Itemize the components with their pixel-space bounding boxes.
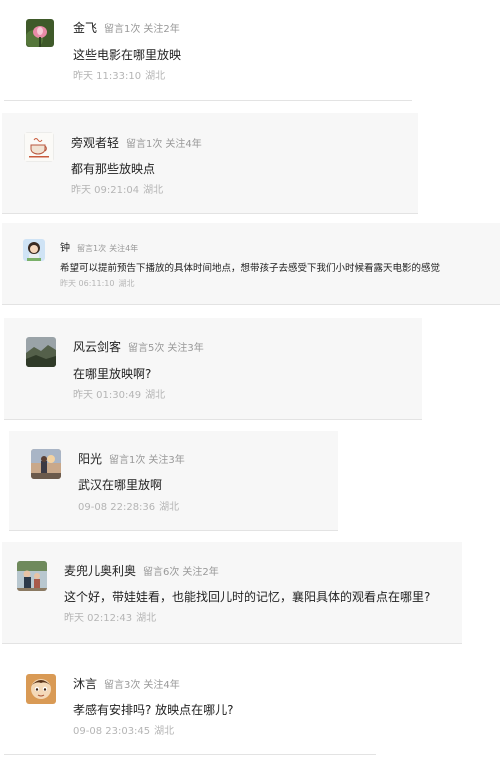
comment-meta: 09-08 23:03:45 湖北 [73, 726, 175, 737]
comment-meta: 昨天 06:11:10 湖北 [60, 279, 135, 288]
comment-card: 钟 留言1次 关注4年 希望可以提前预告下播放的具体时间地点，想带孩子去感受下我们… [2, 223, 500, 305]
avatar-cartoon-girl-icon[interactable] [23, 239, 45, 261]
comment-card: 麦兜儿奥利奥 留言6次 关注2年 这个好，带娃娃看，也能找回儿时的记忆，襄阳具体的… [2, 542, 462, 644]
comment-meta: 昨天 01:30:49 湖北 [73, 390, 166, 401]
comment-meta: 昨天 02:12:43 湖北 [64, 613, 157, 624]
username[interactable]: 旁观者轻 [71, 134, 119, 151]
comment-meta: 昨天 11:33:10 湖北 [73, 71, 166, 82]
username[interactable]: 钟 [60, 239, 70, 254]
comment-card: 金飞 留言1次 关注2年 这些电影在哪里放映 昨天 11:33:10 湖北 [4, 0, 412, 101]
avatar-lotus-icon[interactable] [26, 19, 54, 47]
user-stats: 留言5次 关注3年 [128, 343, 204, 354]
user-stats: 留言6次 关注2年 [143, 567, 219, 578]
comment-card: 风云剑客 留言5次 关注3年 在哪里放映啊? 昨天 01:30:49 湖北 [4, 318, 422, 420]
avatar-sunset-icon[interactable] [31, 449, 61, 479]
username[interactable]: 沐言 [73, 675, 97, 692]
user-stats: 留言1次 关注3年 [109, 455, 185, 466]
comment-text: 在哪里放映啊? [73, 367, 152, 381]
comment-text: 武汉在哪里放啊 [78, 478, 163, 492]
comment-card: 沐言 留言3次 关注4年 孝感有安排吗? 放映点在哪儿? 09-08 23:03:… [4, 656, 376, 755]
username[interactable]: 阳光 [78, 450, 102, 467]
user-stats: 留言1次 关注4年 [77, 244, 139, 253]
user-stats: 留言1次 关注2年 [104, 24, 180, 35]
avatar-landscape-icon[interactable] [26, 337, 56, 367]
avatar-family-icon[interactable] [17, 561, 47, 591]
comment-meta: 昨天 09:21:04 湖北 [71, 185, 164, 196]
comment-text: 这些电影在哪里放映 [73, 48, 182, 62]
username[interactable]: 风云剑客 [73, 338, 121, 355]
comment-card: 阳光 留言1次 关注3年 武汉在哪里放啊 09-08 22:28:36 湖北 [9, 431, 338, 531]
comment-text: 这个好，带娃娃看，也能找回儿时的记忆，襄阳具体的观看点在哪里? [64, 590, 431, 604]
username[interactable]: 金飞 [73, 19, 97, 36]
comment-meta: 09-08 22:28:36 湖北 [78, 502, 180, 513]
user-stats: 留言1次 关注4年 [126, 139, 202, 150]
comment-card: 旁观者轻 留言1次 关注4年 都有那些放映点 昨天 09:21:04 湖北 [2, 113, 418, 214]
username[interactable]: 麦兜儿奥利奥 [64, 562, 136, 579]
comment-text: 都有那些放映点 [71, 162, 156, 176]
avatar-cartoon-icon[interactable] [26, 674, 56, 704]
comment-text: 希望可以提前预告下播放的具体时间地点，想带孩子去感受下我们小时候看露天电影的感觉 [60, 263, 441, 274]
user-stats: 留言3次 关注4年 [104, 680, 180, 691]
comment-text: 孝感有安排吗? 放映点在哪儿? [73, 703, 234, 717]
avatar-teacup-icon[interactable] [24, 132, 54, 162]
